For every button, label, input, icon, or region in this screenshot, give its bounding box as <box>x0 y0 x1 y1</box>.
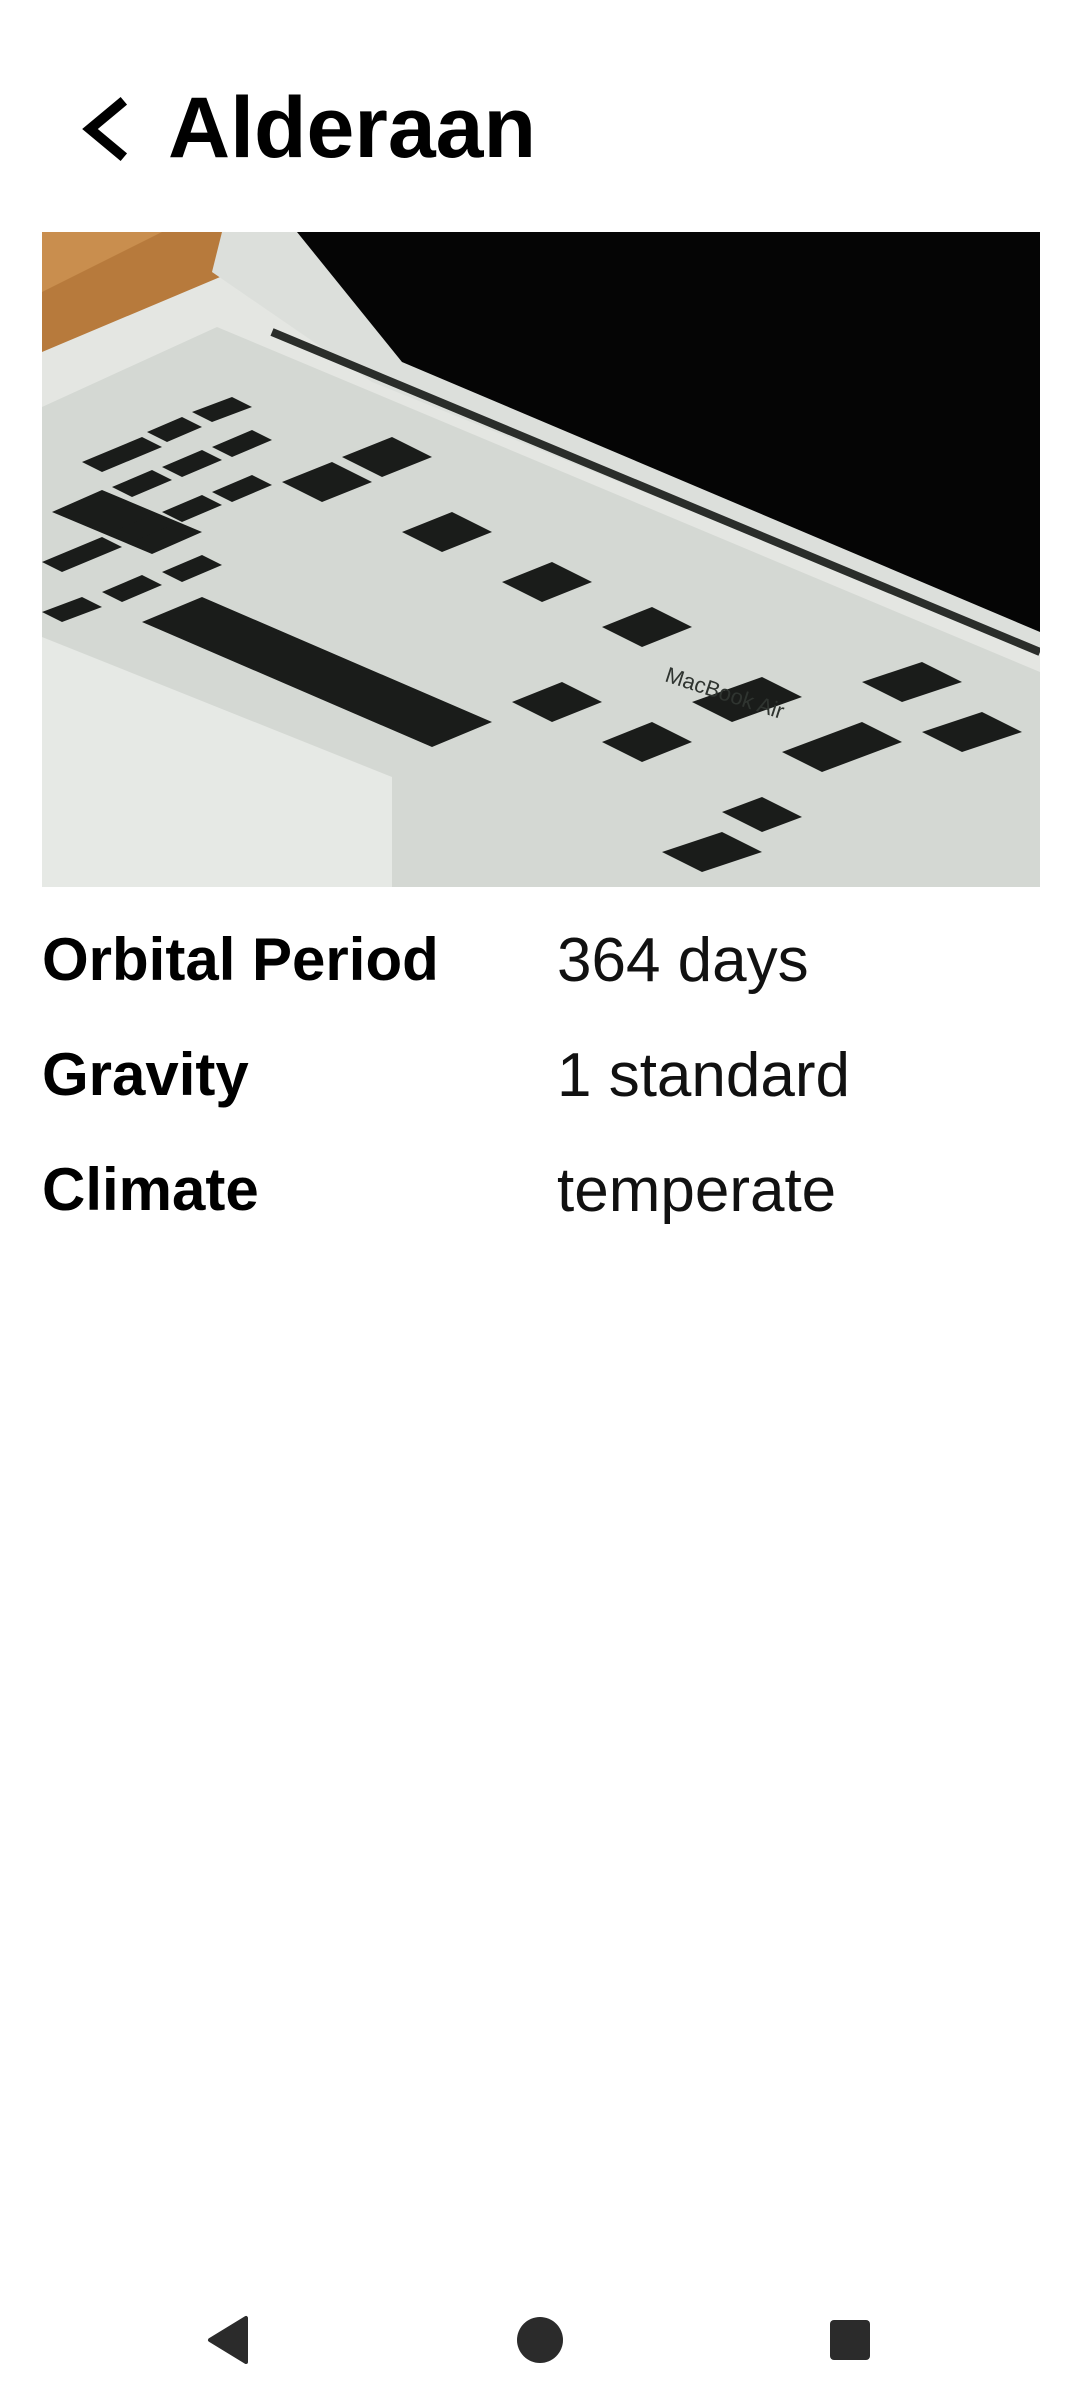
square-recents-icon <box>830 2320 870 2360</box>
chevron-left-icon <box>82 96 128 162</box>
system-navigation-bar <box>0 2280 1080 2400</box>
property-row: Gravity 1 standard <box>42 1020 1040 1135</box>
circle-home-icon <box>517 2317 563 2363</box>
property-label: Climate <box>42 1156 259 1223</box>
nav-home-button[interactable] <box>480 2280 600 2400</box>
property-value: temperate <box>557 1156 837 1225</box>
planet-properties: Orbital Period 364 days Gravity 1 standa… <box>42 905 1040 1250</box>
property-label: Orbital Period <box>42 926 439 993</box>
planet-image: MacBook Air <box>42 232 1040 887</box>
nav-recents-button[interactable] <box>790 2280 910 2400</box>
nav-back-button[interactable] <box>170 2280 290 2400</box>
app-header: Alderaan <box>0 60 1080 190</box>
property-row: Climate temperate <box>42 1135 1040 1250</box>
page-title: Alderaan <box>168 80 537 176</box>
property-row: Orbital Period 364 days <box>42 905 1040 1020</box>
property-label: Gravity <box>42 1041 249 1108</box>
property-value: 364 days <box>557 926 809 995</box>
property-value: 1 standard <box>557 1041 850 1110</box>
back-button[interactable] <box>60 84 150 174</box>
triangle-back-icon <box>208 2316 248 2364</box>
